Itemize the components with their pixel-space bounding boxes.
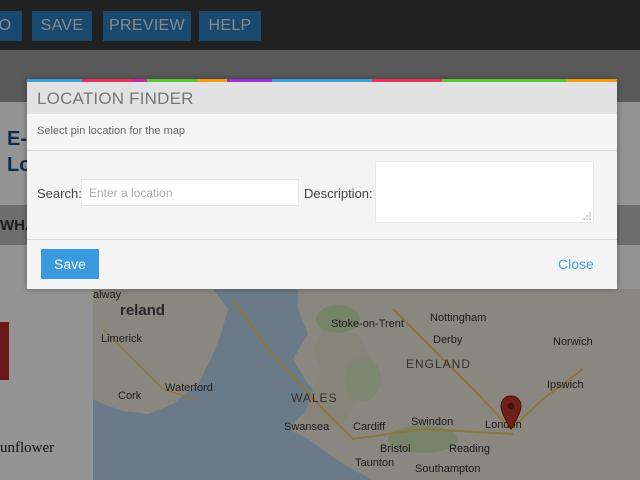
description-label: Description:: [304, 186, 373, 201]
close-button[interactable]: Close: [558, 256, 594, 272]
search-input[interactable]: [81, 179, 299, 206]
dialog-header: LOCATION FINDER: [27, 82, 617, 114]
resize-grip-icon[interactable]: [583, 212, 591, 220]
search-label: Search:: [37, 186, 82, 201]
dialog-title: LOCATION FINDER: [37, 89, 194, 108]
save-button[interactable]: Save: [41, 249, 99, 279]
divider: [27, 150, 617, 151]
dialog-subtitle: Select pin location for the map: [37, 125, 185, 137]
description-field[interactable]: [375, 161, 594, 223]
divider: [27, 239, 617, 240]
location-finder-dialog: LOCATION FINDER Select pin location for …: [27, 79, 617, 289]
